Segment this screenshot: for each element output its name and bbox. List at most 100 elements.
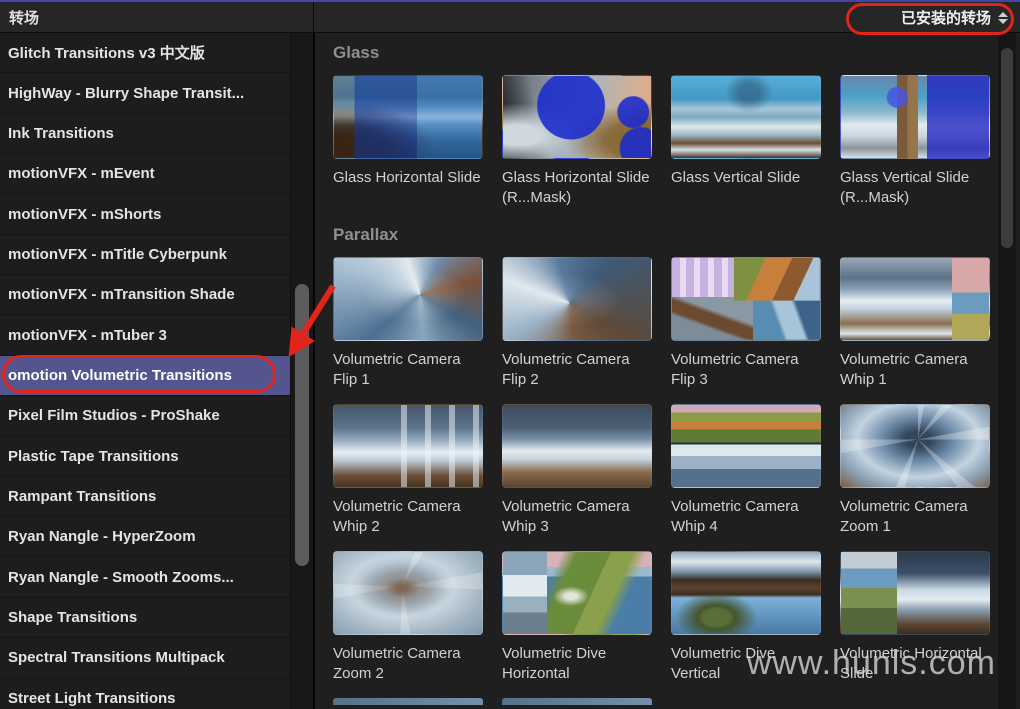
transitions-browser-window: 转场 已安装的转场 Glitch Transitions v3 中文版 High… (0, 0, 1020, 709)
dropdown-label: 已安装的转场 (901, 7, 991, 28)
sidebar-item[interactable]: Shape Transitions (0, 598, 290, 638)
transition-cell: Volumetric Camera Flip 3 (671, 257, 821, 390)
chevron-up-down-icon (998, 12, 1008, 24)
transition-thumbnail[interactable] (502, 551, 652, 635)
transition-section: Parallax Volumetric Camera Flip 1 Volume… (333, 208, 1020, 705)
transition-thumbnail[interactable] (333, 75, 483, 159)
sidebar-item[interactable]: Plastic Tape Transitions (0, 436, 290, 476)
transition-label: Glass Vertical Slide (671, 168, 821, 208)
sidebar-item[interactable]: omotion Volumetric Transitions (0, 356, 290, 396)
transition-thumbnail[interactable] (840, 551, 990, 635)
transition-cell: Volumetric Camera Whip 3 (502, 404, 652, 537)
transition-thumbnail[interactable] (502, 75, 652, 159)
transition-label: Glass Horizontal Slide (R...Mask) (502, 168, 652, 208)
sidebar-item[interactable]: Pixel Film Studios - ProShake (0, 396, 290, 436)
transition-cell: Glass Horizontal Slide (R...Mask) (502, 75, 652, 208)
transition-cell: Volumetric Dive Horizontal (502, 551, 652, 684)
transition-thumbnail[interactable] (840, 75, 990, 159)
sidebar-item-label: motionVFX - mTuber 3 (8, 327, 167, 344)
sidebar-item-label: motionVFX - mEvent (8, 165, 155, 182)
transition-cell: Volumetric Camera Whip 2 (333, 404, 483, 537)
sidebar-item[interactable]: Street Light Transitions (0, 679, 290, 709)
main-scrollbar-thumb[interactable] (1001, 48, 1013, 248)
sidebar-item[interactable]: motionVFX - mEvent (0, 154, 290, 194)
transitions-grid: Volumetric Camera Flip 1 Volumetric Came… (333, 257, 1020, 705)
top-accent-line (0, 0, 1020, 2)
transition-cell-partial (502, 698, 652, 705)
header-bar: 转场 已安装的转场 (0, 2, 1020, 33)
sidebar-item-label: motionVFX - mTitle Cyberpunk (8, 246, 227, 263)
transition-thumbnail[interactable] (671, 404, 821, 488)
sidebar-item-label: Ink Transitions (8, 125, 114, 142)
transition-label: Volumetric Camera Whip 3 (502, 497, 652, 537)
sidebar-item-label: Spectral Transitions Multipack (8, 649, 225, 666)
sections-container: Glass Glass Horizontal Slide Glass Horiz… (315, 33, 1020, 705)
transition-thumbnail-partial[interactable] (502, 698, 652, 705)
sidebar-item[interactable]: Ryan Nangle - HyperZoom (0, 517, 290, 557)
sidebar-item-label: Pixel Film Studios - ProShake (8, 407, 220, 424)
sidebar-item[interactable]: Ryan Nangle - Smooth Zooms... (0, 557, 290, 597)
transition-cell: Glass Horizontal Slide (333, 75, 483, 208)
transition-label: Glass Vertical Slide (R...Mask) (840, 168, 990, 208)
sidebar-item-label: Glitch Transitions v3 中文版 (8, 42, 205, 63)
transition-thumbnail[interactable] (840, 404, 990, 488)
transitions-grid-panel: Glass Glass Horizontal Slide Glass Horiz… (315, 33, 1020, 709)
transition-thumbnail[interactable] (840, 257, 990, 341)
transition-label: Volumetric Camera Flip 3 (671, 350, 821, 390)
sidebar-item-label: Ryan Nangle - HyperZoom (8, 528, 196, 545)
transition-cell: Volumetric Camera Flip 2 (502, 257, 652, 390)
sidebar-item-label: motionVFX - mShorts (8, 206, 161, 223)
transition-thumbnail-partial[interactable] (333, 698, 483, 705)
panel-title: 转场 (0, 7, 39, 28)
section-title: Glass (333, 33, 1020, 63)
transition-cell: Volumetric Camera Zoom 1 (840, 404, 990, 537)
transition-section: Glass Glass Horizontal Slide Glass Horiz… (333, 33, 1020, 208)
transition-packs-sidebar: Glitch Transitions v3 中文版 HighWay - Blur… (0, 33, 290, 709)
transition-thumbnail[interactable] (502, 404, 652, 488)
transition-cell: Volumetric Camera Zoom 2 (333, 551, 483, 684)
sidebar-item[interactable]: Glitch Transitions v3 中文版 (0, 33, 290, 73)
sidebar-item-label: Street Light Transitions (8, 690, 176, 707)
transition-thumbnail[interactable] (671, 75, 821, 159)
transition-cell: Volumetric Dive Vertical (671, 551, 821, 684)
sidebar-item[interactable]: Spectral Transitions Multipack (0, 638, 290, 678)
sidebar-item[interactable]: motionVFX - mTitle Cyberpunk (0, 235, 290, 275)
transition-cell-partial (333, 698, 483, 705)
transition-cell: Glass Vertical Slide (R...Mask) (840, 75, 990, 208)
sidebar-item-label: Ryan Nangle - Smooth Zooms... (8, 569, 234, 586)
transition-cell: Glass Vertical Slide (671, 75, 821, 208)
transitions-grid: Glass Horizontal Slide Glass Horizontal … (333, 75, 1020, 208)
transition-label: Volumetric Camera Zoom 2 (333, 644, 483, 684)
sidebar-item-label: Rampant Transitions (8, 488, 156, 505)
transition-cell: Volumetric Camera Flip 1 (333, 257, 483, 390)
transition-label: Volumetric Dive Vertical (671, 644, 821, 684)
sidebar-item[interactable]: motionVFX - mTuber 3 (0, 315, 290, 355)
sidebar-item-label: motionVFX - mTransition Shade (8, 286, 235, 303)
sidebar-item[interactable]: Rampant Transitions (0, 477, 290, 517)
sidebar-item[interactable]: motionVFX - mTransition Shade (0, 275, 290, 315)
sidebar-scrollbar-thumb[interactable] (295, 284, 309, 566)
sidebar-item[interactable]: HighWay - Blurry Shape Transit... (0, 73, 290, 113)
header-divider (313, 2, 314, 33)
transition-thumbnail[interactable] (333, 404, 483, 488)
transition-label: Volumetric Camera Flip 1 (333, 350, 483, 390)
transition-cell: Volumetric Camera Whip 1 (840, 257, 990, 390)
transition-thumbnail[interactable] (333, 257, 483, 341)
transition-label: Glass Horizontal Slide (333, 168, 483, 208)
transition-label: Volumetric Camera Whip 1 (840, 350, 990, 390)
installed-transitions-dropdown[interactable]: 已安装的转场 (901, 2, 1008, 33)
transition-label: Volumetric Camera Zoom 1 (840, 497, 990, 537)
transition-label: Volumetric Camera Flip 2 (502, 350, 652, 390)
transition-thumbnail[interactable] (502, 257, 652, 341)
transition-thumbnail[interactable] (333, 551, 483, 635)
transition-cell: Volumetric Horizontal Slide (840, 551, 990, 684)
section-title: Parallax (333, 208, 1020, 245)
sidebar-item-label: omotion Volumetric Transitions (8, 367, 232, 384)
sidebar-item[interactable]: motionVFX - mShorts (0, 194, 290, 234)
transition-label: Volumetric Horizontal Slide (840, 644, 990, 684)
transition-thumbnail[interactable] (671, 551, 821, 635)
transition-thumbnail[interactable] (671, 257, 821, 341)
sidebar-item[interactable]: Ink Transitions (0, 114, 290, 154)
sidebar-item-label: Shape Transitions (8, 609, 137, 626)
transition-label: Volumetric Camera Whip 4 (671, 497, 821, 537)
